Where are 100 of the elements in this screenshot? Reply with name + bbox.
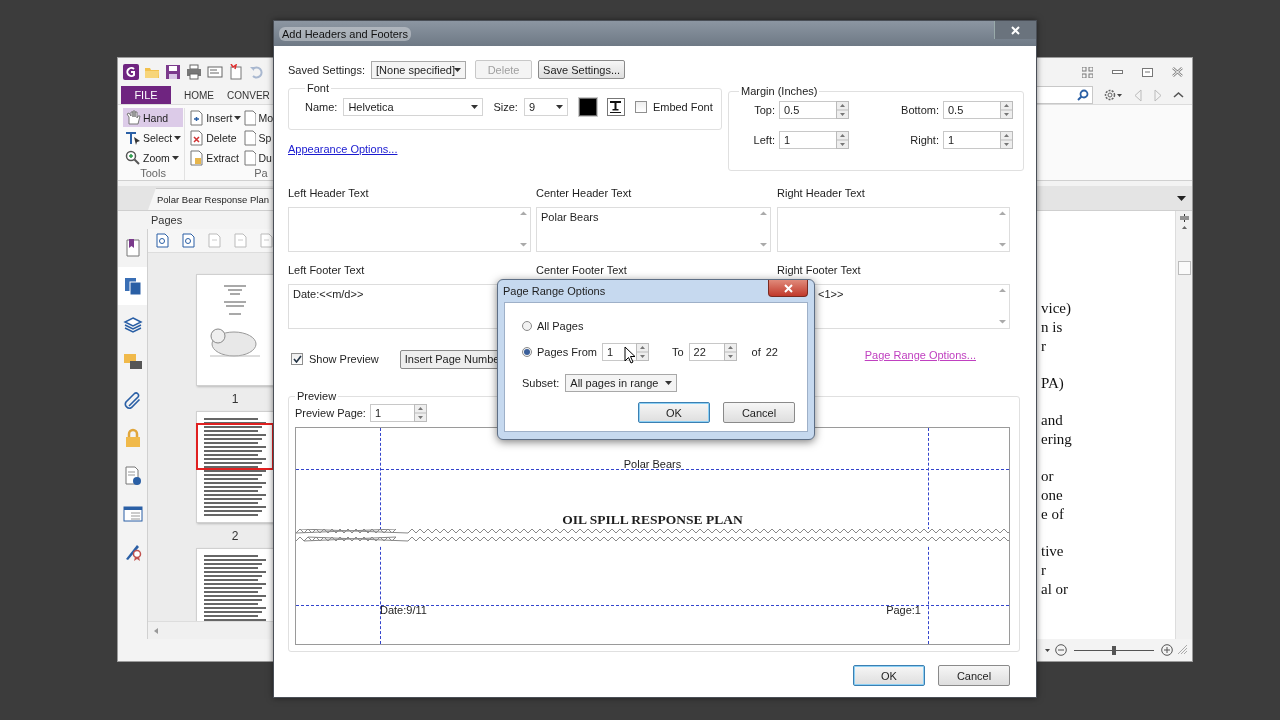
zoom-page-icon[interactable]	[182, 233, 196, 248]
tool-button[interactable]: Hand	[123, 108, 184, 127]
app-logo-icon[interactable]	[123, 64, 139, 80]
spin-buttons-icon[interactable]	[413, 404, 427, 422]
dropdown[interactable]: 9	[523, 98, 568, 116]
caret-icon[interactable]	[1045, 648, 1050, 652]
page-tool-button[interactable]: Mo	[243, 108, 274, 127]
text-style-icon	[610, 101, 622, 113]
caret-icon	[454, 67, 462, 72]
dropdown[interactable]: All pages in range	[565, 374, 678, 392]
save-icon[interactable]	[165, 64, 181, 80]
checkbox[interactable]	[634, 101, 647, 113]
close-icon[interactable]	[1172, 67, 1183, 77]
appearance-options-link[interactable]: Appearance Options...	[288, 143, 398, 155]
ribbon-tab[interactable]: CONVER	[214, 86, 270, 104]
group-label: Pa	[253, 167, 269, 180]
text-area[interactable]: Polar Bears	[536, 207, 771, 252]
close-button[interactable]	[994, 21, 1036, 39]
form-icon	[122, 504, 143, 524]
scroll-arrows-icon[interactable]	[998, 210, 1007, 248]
file-tab[interactable]: FILE	[121, 86, 171, 104]
print-icon[interactable]	[186, 64, 202, 80]
button[interactable]: OK	[638, 402, 710, 423]
close-icon	[783, 283, 793, 293]
close-button[interactable]	[768, 280, 808, 297]
scroll-left-icon[interactable]	[154, 627, 158, 634]
restore-icon[interactable]	[1142, 67, 1153, 77]
zoom-out-icon[interactable]	[1055, 644, 1067, 656]
group-label: Font	[306, 82, 330, 94]
group-label: Margin (Inches)	[740, 85, 819, 97]
field-label: Center Footer Text	[536, 263, 628, 278]
document-text: PA)	[1041, 374, 1064, 393]
field-label: Left Header Text	[288, 186, 370, 201]
grid-icon[interactable]	[1082, 66, 1093, 78]
checkbox[interactable]	[291, 353, 303, 365]
button[interactable]: Save Settings...	[538, 60, 626, 79]
button[interactable]: Cancel	[723, 402, 795, 423]
collapse-icon[interactable]	[1173, 91, 1184, 99]
page-tool-button[interactable]: Sp	[243, 128, 274, 147]
settings-icon[interactable]	[1103, 88, 1123, 102]
field-label: Name:	[305, 101, 338, 113]
radio-button[interactable]	[522, 347, 532, 357]
button[interactable]: OK	[853, 665, 925, 686]
scroll-arrows-icon[interactable]	[519, 210, 528, 248]
page-tool-button[interactable]: Du	[243, 148, 274, 167]
spin-buttons-icon[interactable]	[1000, 101, 1013, 119]
zoom-in-icon[interactable]	[1161, 644, 1173, 656]
spin-buttons-icon[interactable]	[1000, 131, 1013, 149]
page-icon[interactable]	[260, 233, 274, 248]
number-field[interactable]: 0.5	[943, 101, 1013, 119]
number-field[interactable]: 0.5	[779, 101, 849, 119]
scroll-thumb[interactable]	[1177, 261, 1191, 275]
radio-button[interactable]	[522, 321, 532, 331]
scroll-up-icon	[1181, 226, 1187, 229]
tool-icon	[125, 129, 141, 146]
font-color-button[interactable]	[578, 98, 597, 116]
page-thumbnail[interactable]	[196, 411, 274, 523]
minimize-icon[interactable]	[1112, 70, 1123, 74]
page-number: 1	[230, 391, 240, 408]
new-document-icon[interactable]	[228, 64, 244, 80]
number-field[interactable]: 1	[779, 131, 849, 149]
slider-thumb[interactable]	[1112, 645, 1116, 655]
search-icon[interactable]	[1077, 89, 1089, 101]
caret-icon	[471, 105, 479, 109]
spin-buttons-icon[interactable]	[836, 131, 849, 149]
text-style-button[interactable]	[606, 98, 625, 116]
header-text: Polar Bears	[622, 458, 683, 470]
dropdown[interactable]: Helvetica	[343, 98, 484, 116]
number-field[interactable]: 1	[601, 343, 649, 361]
scroll-arrows-icon[interactable]	[998, 287, 1007, 325]
spin-buttons-icon[interactable]	[836, 101, 849, 119]
panel-title: Pages	[150, 213, 184, 228]
page-tool-button[interactable]: Extract	[187, 148, 244, 167]
zoom-page-icon[interactable]	[156, 233, 170, 248]
field-label: of	[751, 346, 761, 358]
dropdown-icon[interactable]	[1177, 195, 1186, 201]
page-tool-button[interactable]: Delete	[187, 128, 244, 147]
number-field[interactable]: 1	[369, 404, 427, 422]
button[interactable]: Cancel	[938, 665, 1010, 686]
sidebar-tab[interactable]	[118, 267, 147, 305]
scrollbar[interactable]	[1175, 211, 1192, 639]
page-thumbnail[interactable]	[196, 274, 274, 386]
ribbon-tab[interactable]: HOME	[171, 86, 214, 104]
number-field[interactable]: 22	[688, 343, 737, 361]
spin-buttons-icon[interactable]	[723, 343, 737, 361]
number-field[interactable]: 1	[943, 131, 1013, 149]
field-label: Top:	[753, 104, 775, 116]
field-label: Bottom:	[900, 104, 939, 116]
tool-button[interactable]: Zoom	[123, 148, 184, 167]
tool-button[interactable]: Select	[123, 128, 184, 147]
caret-icon	[665, 381, 673, 385]
page-range-options-link[interactable]: Page Range Options...	[864, 349, 976, 361]
resize-grip-icon[interactable]	[1178, 645, 1188, 655]
dropdown[interactable]: [None specified]	[371, 60, 467, 79]
scanner-icon[interactable]	[207, 64, 223, 80]
scroll-arrows-icon[interactable]	[759, 210, 768, 248]
spin-buttons-icon[interactable]	[635, 343, 649, 361]
page-tool-button[interactable]: Insert	[187, 108, 244, 127]
page-icon	[243, 109, 257, 126]
document-tab[interactable]: Polar Bear Response Plan	[148, 188, 274, 210]
